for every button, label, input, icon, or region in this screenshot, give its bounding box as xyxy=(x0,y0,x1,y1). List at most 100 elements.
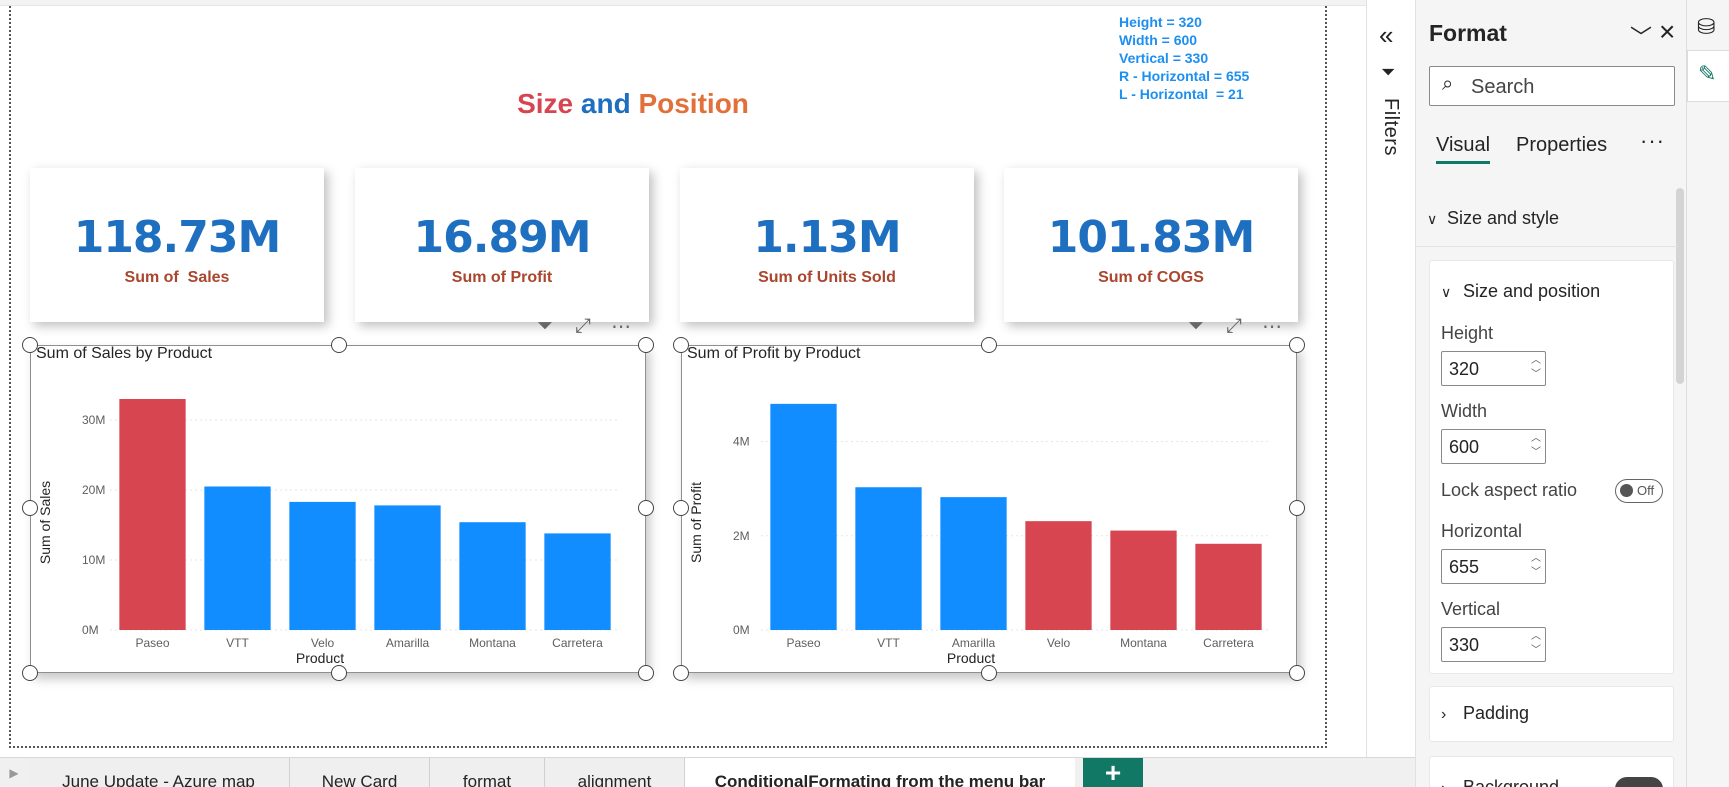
page-tab[interactable]: June Update - Azure map xyxy=(28,758,290,787)
stepper-arrows-icon[interactable]: ︿ ﹀ xyxy=(1531,354,1541,382)
scrollbar-thumb[interactable] xyxy=(1676,188,1684,384)
width-stepper[interactable]: 600 ︿ ﹀ xyxy=(1441,429,1546,464)
kpi-card-profit[interactable]: 16.89M Sum of Profit xyxy=(355,168,649,322)
focus-mode-icon[interactable]: ⤢ xyxy=(1222,315,1246,338)
chevron-down-icon[interactable]: ﹀ xyxy=(1630,20,1652,52)
height-value: 320 xyxy=(1449,359,1480,379)
group-background[interactable]: ›Background xyxy=(1429,756,1674,787)
bar xyxy=(940,497,1007,630)
expand-filters-icon[interactable]: « xyxy=(1379,20,1393,51)
x-tick-label: VTT xyxy=(877,636,900,650)
more-options-icon[interactable]: ⋯ xyxy=(609,314,633,339)
note-line: R - Horizontal = 655 xyxy=(1119,68,1250,84)
resize-handle[interactable] xyxy=(981,665,997,681)
filters-label[interactable]: Filters xyxy=(1379,98,1402,156)
group-label: Background xyxy=(1463,777,1560,787)
kpi-value: 101.83M xyxy=(1047,212,1256,263)
data-icon[interactable]: ⛁ xyxy=(1697,14,1715,40)
vertical-label: Vertical xyxy=(1441,599,1501,619)
format-pane-switch[interactable]: ✎ xyxy=(1687,50,1729,102)
resize-handle[interactable] xyxy=(673,665,689,681)
more-options-icon[interactable]: ··· xyxy=(1640,128,1665,154)
kpi-label: Sum of COGS xyxy=(1098,269,1204,286)
x-tick-label: Amarilla xyxy=(386,636,430,650)
horizontal-stepper[interactable]: 655 ︿ ﹀ xyxy=(1441,549,1546,584)
y-tick-label: 0M xyxy=(733,623,750,637)
x-axis-title: Product xyxy=(296,650,344,666)
resize-handle[interactable] xyxy=(1289,665,1305,681)
resize-handle[interactable] xyxy=(638,337,654,353)
resize-handle[interactable] xyxy=(22,337,38,353)
filter-icon[interactable]: ⏷ xyxy=(1184,315,1208,338)
y-tick-label: 30M xyxy=(82,413,105,427)
resize-handle[interactable] xyxy=(22,500,38,516)
kpi-card-units-sold[interactable]: 1.13M Sum of Units Sold xyxy=(680,168,974,322)
y-tick-label: 0M xyxy=(82,623,99,637)
resize-handle[interactable] xyxy=(673,337,689,353)
bar xyxy=(459,522,526,630)
size-notes: Height = 320 Width = 600 Vertical = 330 … xyxy=(1119,13,1249,103)
group-header[interactable]: › Padding xyxy=(1441,703,1529,724)
resize-handle[interactable] xyxy=(331,337,347,353)
bar xyxy=(1110,530,1177,630)
page-tab[interactable]: alignment xyxy=(545,758,685,787)
add-page-button[interactable]: + xyxy=(1083,758,1143,787)
filter-icon[interactable]: ⏷ xyxy=(533,315,557,338)
height-stepper[interactable]: 320 ︿ ﹀ xyxy=(1441,351,1546,386)
page-tab[interactable]: format xyxy=(430,758,545,787)
chevron-right-icon: › xyxy=(1441,780,1463,787)
resize-handle[interactable] xyxy=(22,665,38,681)
note-line: L - Horizontal = 21 xyxy=(1119,86,1244,102)
bar xyxy=(855,487,922,630)
bar xyxy=(770,403,837,630)
resize-handle[interactable] xyxy=(1289,337,1305,353)
note-line: Width = 600 xyxy=(1119,32,1198,48)
group-padding[interactable]: › Padding xyxy=(1429,686,1674,742)
section-size-and-style[interactable]: ∨ Size and style xyxy=(1427,208,1559,229)
close-icon[interactable]: × xyxy=(1659,16,1675,48)
x-tick-label: Paseo xyxy=(786,636,820,650)
tab-scroll-left-icon[interactable]: ▶ xyxy=(0,758,28,787)
tab-properties[interactable]: Properties xyxy=(1516,134,1607,157)
kpi-label: Sum of Units Sold xyxy=(758,269,896,286)
report-canvas[interactable]: Size and Position Height = 320 Width = 6… xyxy=(0,0,1366,757)
chart-svg: 0M 10M 20M 30M Paseo VTT Velo Amarilla Montana Ca… xyxy=(37,399,620,666)
lock-aspect-toggle[interactable]: Off xyxy=(1615,479,1663,503)
y-tick-label: 2M xyxy=(733,529,750,543)
kpi-value: 118.73M xyxy=(73,212,282,263)
kpi-card-cogs[interactable]: 101.83M Sum of COGS xyxy=(1004,168,1298,322)
x-tick-label: Amarilla xyxy=(952,636,996,650)
x-tick-label: Carretera xyxy=(552,636,603,650)
group-header[interactable]: ∨ Size and position xyxy=(1441,281,1600,302)
stepper-arrows-icon[interactable]: ︿ ﹀ xyxy=(1531,552,1541,580)
bar xyxy=(1195,543,1262,630)
page-tab[interactable]: New Card xyxy=(290,758,430,787)
stepper-arrows-icon[interactable]: ︿ ﹀ xyxy=(1531,630,1541,658)
page-tab-active[interactable]: ConditionalFormating from the menu bar xyxy=(685,758,1075,787)
x-tick-label: Montana xyxy=(1120,636,1167,650)
focus-mode-icon[interactable]: ⤢ xyxy=(571,315,595,338)
resize-handle[interactable] xyxy=(638,665,654,681)
search-input[interactable]: ⌕ Search xyxy=(1429,66,1675,106)
chart-profit-by-product[interactable]: Sum of Profit by Product 0M 2M 4M Paseo VTT A… xyxy=(681,345,1297,673)
resize-handle[interactable] xyxy=(331,665,347,681)
filters-pane-collapsed: « ⏷ Filters xyxy=(1366,0,1415,757)
kpi-card-sales[interactable]: 118.73M Sum of Sales xyxy=(30,168,324,322)
group-header[interactable]: ›Background xyxy=(1441,777,1559,787)
tab-visual[interactable]: Visual xyxy=(1436,134,1491,164)
resize-handle[interactable] xyxy=(638,500,654,516)
title-word-size: Size xyxy=(517,88,574,119)
resize-handle[interactable] xyxy=(1289,500,1305,516)
vertical-stepper[interactable]: 330 ︿ ﹀ xyxy=(1441,627,1546,662)
more-options-icon[interactable]: ⋯ xyxy=(1260,314,1284,339)
background-toggle[interactable] xyxy=(1615,777,1663,787)
stepper-arrows-icon[interactable]: ︿ ﹀ xyxy=(1531,432,1541,460)
bar xyxy=(1025,521,1092,630)
resize-handle[interactable] xyxy=(673,500,689,516)
resize-handle[interactable] xyxy=(981,337,997,353)
paintbrush-icon: ✎ xyxy=(1698,61,1717,86)
x-tick-label: Montana xyxy=(469,636,516,650)
chart-sales-by-product[interactable]: Sum of Sales by Product 0M 10M 20M 30M Paseo… xyxy=(30,345,646,673)
kpi-label: Sum of Sales xyxy=(124,269,230,286)
x-tick-label: Velo xyxy=(311,636,335,650)
